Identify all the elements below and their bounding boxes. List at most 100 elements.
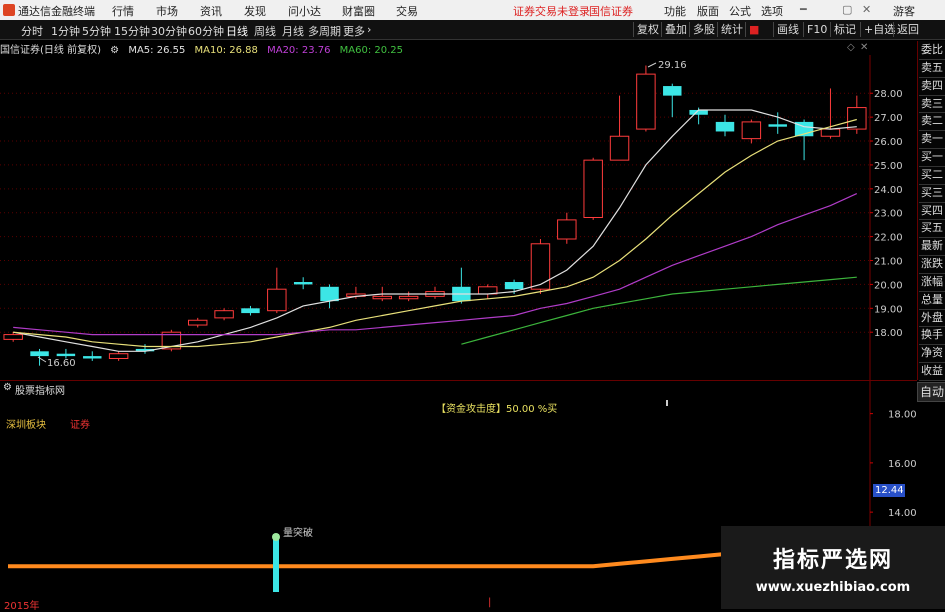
price-tick-label: 19.00	[874, 304, 903, 315]
tab-daily[interactable]: 日线	[226, 23, 248, 39]
menu-zixun[interactable]: 资讯	[200, 3, 222, 19]
price-tick-label: 18.00	[874, 328, 903, 339]
watermark: 指标严选网 www.xuezhibiao.com	[721, 526, 945, 609]
menu-wenxiaoda[interactable]: 问小达	[288, 3, 321, 19]
btn-biaoji[interactable]: 标记	[830, 22, 859, 37]
price-tick-label: 20.00	[874, 280, 903, 291]
sidebar-tab[interactable]: 卖二	[919, 112, 945, 132]
tab-60min[interactable]: 60分钟	[188, 23, 224, 39]
menu-banmian[interactable]: 版面	[697, 3, 719, 19]
ma-info-line: 国信证券(日线 前复权) ⚙ MA5: 26.55 MA10: 26.88 MA…	[0, 41, 870, 56]
candle	[452, 267, 471, 304]
volume-breakout-bar	[273, 534, 279, 592]
btn-f10[interactable]: F10	[803, 22, 830, 37]
candle	[663, 83, 682, 118]
menu-hangqing[interactable]: 行情	[112, 3, 134, 19]
date-axis-label: 2015年	[4, 601, 40, 612]
btn-duogu[interactable]: 多股	[689, 22, 718, 37]
candle	[820, 88, 841, 139]
watermark-url: www.xuezhibiao.com	[755, 580, 911, 595]
btn-tongji[interactable]: 统计	[717, 22, 746, 37]
tab-more[interactable]: 更多	[343, 23, 365, 39]
price-tick-label: 28.00	[874, 89, 903, 100]
breakout-signal-label: 量突破	[283, 526, 313, 539]
broker-notice[interactable]: 国信证券	[589, 3, 633, 19]
sidebar-tab[interactable]: 涨跌	[919, 255, 945, 274]
menu-faxian[interactable]: 发现	[244, 3, 266, 19]
btn-diejia[interactable]: 叠加	[661, 22, 690, 37]
minimize-icon[interactable]: ━	[800, 3, 807, 16]
tab-5min[interactable]: 5分钟	[82, 23, 111, 39]
btn-fuquan[interactable]: 复权	[633, 22, 662, 37]
menu-jiaoyi[interactable]: 交易	[396, 3, 418, 19]
guest-label[interactable]: 游客	[893, 3, 915, 19]
candle	[214, 308, 234, 321]
sidebar-tab[interactable]: 卖五	[919, 59, 945, 78]
tab-multi-period[interactable]: 多周期	[308, 23, 341, 39]
sidebar-tab[interactable]: 换手	[919, 326, 945, 346]
login-notice[interactable]: 证券交易未登录	[513, 3, 590, 19]
sidebar-tab[interactable]: 卖三	[919, 95, 945, 114]
sidebar-tab[interactable]: 卖一	[919, 130, 945, 150]
quote-sidebar: 委比 卖五 卖四 卖三 卖二 卖一 买一 买二 买三 买四 买五 最新 涨跌 涨幅 总量 外盘 换手 净资 收益	[917, 41, 945, 381]
sidebar-tab[interactable]: 涨幅	[919, 273, 945, 292]
tab-weekly[interactable]: 周线	[254, 23, 276, 39]
candle	[741, 119, 762, 144]
tab-monthly[interactable]: 月线	[282, 23, 304, 39]
close-icon[interactable]: ✕	[862, 3, 871, 16]
high-price-label: 29.16	[658, 60, 687, 71]
app-title: 通达信金融终端	[18, 5, 95, 18]
sidebar-tab[interactable]: 买五	[919, 219, 945, 239]
candle	[425, 286, 445, 299]
menu-xuanxiang[interactable]: 选项	[761, 3, 783, 19]
btn-back[interactable]: 返回	[893, 22, 922, 37]
candle	[794, 119, 814, 161]
price-tick-label: 26.00	[874, 137, 903, 148]
price-tick-label: 25.00	[874, 161, 903, 172]
candle	[30, 348, 49, 366]
candle	[320, 284, 339, 309]
menu-gongshi[interactable]: 公式	[729, 3, 751, 19]
candle	[188, 317, 208, 328]
chevron-right-icon[interactable]: ›	[367, 23, 371, 36]
candle	[609, 95, 630, 161]
diamond-icon[interactable]: ◇	[847, 42, 855, 53]
indicator-tick-label: 16.00	[888, 459, 917, 470]
sidebar-tab[interactable]: 买二	[919, 166, 945, 185]
candle	[267, 267, 287, 314]
menu-shichang[interactable]: 市场	[156, 3, 178, 19]
menu-caifuquan[interactable]: 财富圈	[342, 3, 375, 19]
sidebar-tab[interactable]: 委比	[919, 41, 945, 60]
tab-15min[interactable]: 15分钟	[114, 23, 150, 39]
breakout-marker	[272, 533, 280, 541]
candle	[583, 157, 603, 220]
candle	[636, 65, 656, 132]
tab-fenshi[interactable]: 分时	[21, 23, 43, 39]
close-panel-icon[interactable]: ✕	[860, 42, 868, 53]
menu-gongneng[interactable]: 功能	[664, 3, 686, 19]
btn-huaxian[interactable]: 画线	[773, 22, 802, 37]
low-marker: 16.60	[37, 356, 76, 369]
price-tick-label: 21.00	[874, 257, 903, 268]
sidebar-tab[interactable]: 卖四	[919, 77, 945, 96]
current-value-badge: 12.44	[873, 484, 905, 497]
sidebar-tab[interactable]: 买四	[919, 202, 945, 221]
main-kline-chart[interactable]: 28.00 27.00 26.00 25.00 24.00 23.00 22.00 21.00…	[0, 55, 917, 380]
period-tab-bar: 分时 1分钟 5分钟 15分钟 30分钟 60分钟 日线 周线 月线 多周期 更…	[0, 20, 945, 40]
sidebar-tab[interactable]: 买一	[919, 148, 945, 167]
price-tick-label: 22.00	[874, 233, 903, 244]
watermark-title: 指标严选网	[772, 548, 893, 573]
date-tick: |	[488, 597, 492, 608]
ma-lines-group	[13, 109, 858, 352]
tab-30min[interactable]: 30分钟	[151, 23, 187, 39]
sidebar-tab[interactable]: 总量	[919, 291, 945, 310]
sidebar-tab[interactable]: 外盘	[919, 309, 945, 328]
auto-button[interactable]: 自动	[917, 382, 945, 402]
sidebar-tab[interactable]: 买三	[919, 184, 945, 203]
sidebar-tab[interactable]: 净资	[919, 344, 945, 364]
tab-1min[interactable]: 1分钟	[51, 23, 80, 39]
candle	[108, 351, 129, 361]
sidebar-tab[interactable]: 收益	[919, 362, 945, 381]
sidebar-tab[interactable]: 最新	[919, 237, 945, 257]
restore-icon[interactable]: ▢	[842, 3, 852, 16]
